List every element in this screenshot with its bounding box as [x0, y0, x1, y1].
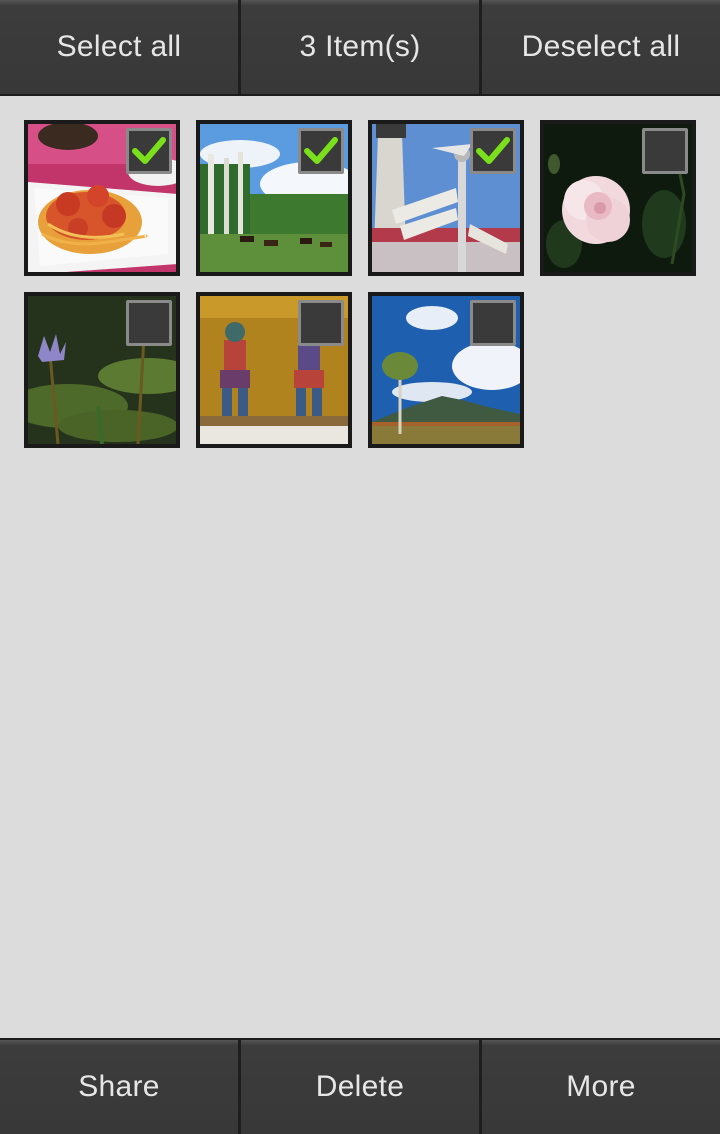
photo-thumbnail-mountain-tree[interactable] [368, 292, 524, 448]
checkmark-icon [304, 137, 338, 164]
selection-checkbox[interactable] [126, 300, 172, 346]
more-button[interactable]: More [479, 1040, 720, 1134]
delete-label: Delete [315, 1070, 405, 1103]
delete-button[interactable]: Delete [238, 1040, 479, 1134]
selection-checkbox[interactable] [470, 300, 516, 346]
photo-thumbnail-horses-meadow[interactable] [196, 120, 352, 276]
selection-checkbox[interactable] [126, 128, 172, 174]
selection-checkbox[interactable] [642, 128, 688, 174]
select-all-label: Select all [56, 30, 182, 63]
photo-thumbnail-water-lily[interactable] [24, 292, 180, 448]
share-label: Share [78, 1070, 160, 1103]
top-action-bar: Select all 3 Item(s) Deselect all [0, 0, 720, 96]
more-label: More [566, 1070, 636, 1103]
photo-thumbnail-spaghetti[interactable] [24, 120, 180, 276]
selection-checkbox[interactable] [298, 128, 344, 174]
item-count-button[interactable]: 3 Item(s) [238, 0, 479, 94]
bottom-action-bar: Share Delete More [0, 1038, 720, 1134]
select-all-button[interactable]: Select all [0, 0, 238, 94]
share-button[interactable]: Share [0, 1040, 238, 1134]
photo-thumbnail-lighthouse-sign[interactable] [368, 120, 524, 276]
item-count-label: 3 Item(s) [299, 30, 421, 63]
selection-checkbox[interactable] [470, 128, 516, 174]
selection-checkbox[interactable] [298, 300, 344, 346]
photo-thumbnail-pink-rose[interactable] [540, 120, 696, 276]
photo-thumbnail-temple-statues[interactable] [196, 292, 352, 448]
checkmark-icon [132, 137, 166, 164]
checkmark-icon [476, 137, 510, 164]
deselect-all-label: Deselect all [521, 30, 681, 63]
deselect-all-button[interactable]: Deselect all [479, 0, 720, 94]
